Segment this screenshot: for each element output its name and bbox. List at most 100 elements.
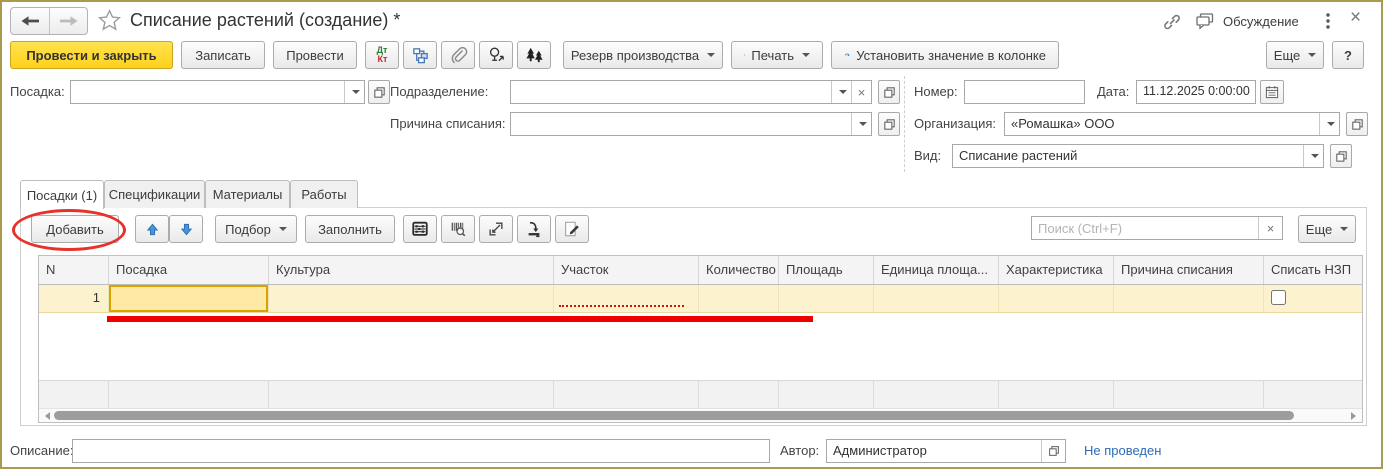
set-column-value-button[interactable]: Установить значение в колонке	[831, 41, 1059, 69]
description-field[interactable]	[72, 439, 770, 463]
date-calendar-button[interactable]	[1260, 80, 1284, 104]
date-field[interactable]: 11.12.2025 0:00:00	[1136, 80, 1256, 104]
close-icon: ×	[1350, 7, 1362, 28]
discussion-button[interactable]: Обсуждение	[1194, 11, 1299, 31]
document-structure-button[interactable]	[403, 41, 437, 69]
planting-field[interactable]	[70, 80, 365, 104]
save-button[interactable]: Записать	[181, 41, 265, 69]
conifer-trees-icon	[525, 47, 543, 62]
date-label: Дата:	[1097, 84, 1130, 99]
back-button[interactable]	[11, 8, 49, 34]
discussion-label: Обсуждение	[1223, 13, 1299, 29]
chevron-down-icon	[1326, 122, 1335, 126]
description-input[interactable]	[73, 440, 769, 462]
copy-link-button[interactable]	[1162, 12, 1182, 37]
fit-columns-button[interactable]	[479, 215, 513, 243]
author-choose-button[interactable]	[1041, 440, 1065, 462]
cell-plot-required[interactable]	[554, 285, 699, 312]
tab-materials[interactable]: Материалы	[205, 180, 290, 208]
tab-works[interactable]: Работы	[290, 180, 358, 208]
author-field[interactable]: Администратор	[826, 439, 1066, 463]
favorite-star-button[interactable]	[97, 9, 122, 37]
cell-area[interactable]	[779, 285, 874, 312]
barcode-search-button[interactable]	[441, 215, 475, 243]
form-more-button[interactable]: Еще	[1266, 41, 1324, 69]
window-menu-button[interactable]	[1325, 11, 1331, 36]
fill-button[interactable]: Заполнить	[305, 215, 395, 243]
writeoff-nzp-checkbox[interactable]	[1271, 290, 1286, 305]
organization-dropdown-button[interactable]	[1319, 113, 1339, 135]
col-header-culture[interactable]: Культура	[269, 256, 554, 284]
cell-culture[interactable]	[269, 285, 554, 312]
plantations-button[interactable]	[517, 41, 551, 69]
cell-characteristic[interactable]	[999, 285, 1114, 312]
attachments-button[interactable]	[441, 41, 475, 69]
cell-row-number[interactable]: 1	[39, 285, 109, 312]
production-reserve-button[interactable]: Резерв производства	[563, 41, 723, 69]
choose-icon	[883, 118, 895, 130]
col-header-quantity[interactable]: Количество	[699, 256, 779, 284]
status-not-posted-link[interactable]: Не проведен	[1084, 443, 1161, 458]
pick-button[interactable]: Подбор	[215, 215, 297, 243]
choose-icon	[883, 86, 895, 98]
cell-planting-selected[interactable]	[109, 285, 269, 312]
show-postings-button[interactable]: Дт Кт	[365, 41, 399, 69]
chevron-down-icon	[707, 53, 716, 57]
chevron-down-icon	[802, 53, 810, 57]
forward-button[interactable]	[49, 8, 87, 34]
scroll-right-icon[interactable]	[1351, 411, 1356, 420]
scrollbar-thumb[interactable]	[54, 411, 1294, 420]
reason-choose-button[interactable]	[878, 112, 900, 136]
col-header-area[interactable]: Площадь	[779, 256, 874, 284]
number-field[interactable]	[964, 80, 1153, 104]
department-choose-button[interactable]	[878, 80, 900, 104]
table-more-button[interactable]: Еще	[1298, 215, 1356, 243]
col-header-n[interactable]: N	[39, 256, 109, 284]
unload-button[interactable]	[517, 215, 551, 243]
cell-area-unit[interactable]	[874, 285, 999, 312]
edit-row-button[interactable]	[555, 215, 589, 243]
print-button[interactable]: Печать	[731, 41, 823, 69]
table-row[interactable]: 1	[39, 285, 1362, 313]
col-header-characteristic[interactable]: Характеристика	[999, 256, 1114, 284]
scroll-left-icon[interactable]	[45, 411, 50, 420]
search-clear-button[interactable]: ×	[1258, 217, 1282, 239]
department-clear-button[interactable]: ×	[851, 81, 871, 103]
col-header-planting[interactable]: Посадка	[109, 256, 269, 284]
kind-field[interactable]: Списание растений	[952, 144, 1324, 168]
help-button[interactable]: ?	[1332, 41, 1364, 69]
col-header-area-unit[interactable]: Единица площа...	[874, 256, 999, 284]
planting-dropdown-button[interactable]	[344, 81, 364, 103]
move-row-down-button[interactable]	[169, 215, 203, 243]
chevron-down-icon	[1310, 154, 1319, 158]
col-header-writeoff-reason[interactable]: Причина списания	[1114, 256, 1264, 284]
cell-writeoff-nzp[interactable]	[1264, 285, 1362, 312]
cell-quantity[interactable]	[699, 285, 779, 312]
planting-choose-button[interactable]	[368, 80, 390, 104]
organization-field[interactable]: «Ромашка» ООО	[1004, 112, 1340, 136]
col-header-plot[interactable]: Участок	[554, 256, 699, 284]
kebab-menu-icon	[1326, 13, 1330, 29]
writeoff-reason-field[interactable]	[510, 112, 872, 136]
add-row-button[interactable]: Добавить	[31, 215, 119, 243]
planting-tree-button[interactable]	[479, 41, 513, 69]
kind-choose-button[interactable]	[1330, 144, 1352, 168]
abacus-calc-button[interactable]	[403, 215, 437, 243]
search-input[interactable]	[1032, 217, 1258, 239]
kind-dropdown-button[interactable]	[1303, 145, 1323, 167]
organization-choose-button[interactable]	[1346, 112, 1368, 136]
department-dropdown-button[interactable]	[831, 81, 851, 103]
cell-writeoff-reason[interactable]	[1114, 285, 1264, 312]
department-field[interactable]: ×	[510, 80, 872, 104]
tab-plantings[interactable]: Посадки (1)	[20, 180, 104, 209]
move-row-up-button[interactable]	[135, 215, 169, 243]
reason-dropdown-button[interactable]	[851, 113, 871, 135]
close-window-button[interactable]: ×	[1350, 7, 1361, 29]
col-header-writeoff-nzp[interactable]: Списать НЗП	[1264, 256, 1362, 284]
clear-icon: ×	[857, 84, 866, 100]
table-search-field[interactable]: ×	[1031, 216, 1283, 240]
post-button[interactable]: Провести	[273, 41, 357, 69]
horizontal-scrollbar[interactable]	[39, 408, 1362, 422]
post-and-close-button[interactable]: Провести и закрыть	[10, 41, 173, 69]
tab-specifications[interactable]: Спецификации	[104, 180, 205, 208]
